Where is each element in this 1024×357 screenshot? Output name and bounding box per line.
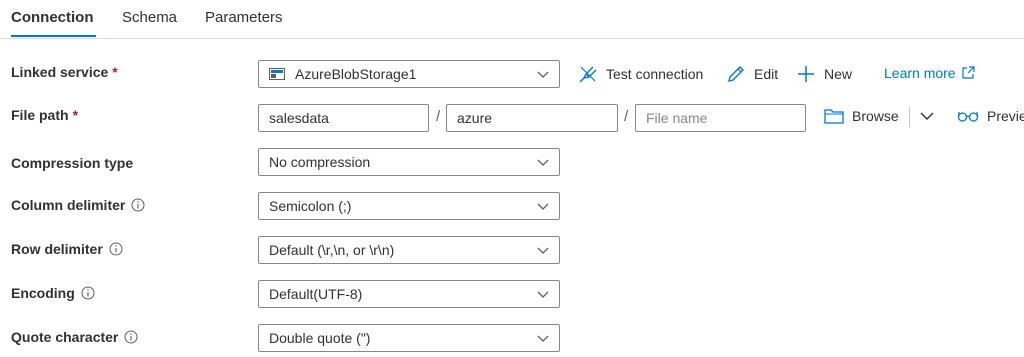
new-button[interactable]: New: [796, 64, 852, 84]
linked-service-label-text: Linked service: [11, 64, 109, 80]
tab-schema[interactable]: Schema: [122, 9, 177, 26]
container-input[interactable]: salesdata: [258, 104, 429, 132]
quote-character-label: Quote character: [11, 329, 138, 345]
info-icon[interactable]: [81, 286, 95, 300]
compression-type-label: Compression type: [11, 155, 133, 171]
chevron-down-icon: [537, 247, 549, 254]
active-tab-indicator: [11, 35, 96, 37]
required-indicator: *: [112, 64, 118, 80]
chevron-down-icon: [537, 291, 549, 298]
chevron-down-icon: [537, 335, 549, 342]
chevron-down-icon: [537, 71, 549, 78]
row-delimiter-label-text: Row delimiter: [11, 241, 103, 257]
column-delimiter-label: Column delimiter: [11, 197, 145, 213]
glasses-icon: [957, 111, 979, 122]
browse-button[interactable]: Browse: [824, 108, 899, 124]
quote-character-value: Double quote ("): [269, 330, 371, 346]
storage-icon: [269, 68, 285, 80]
linked-service-label: Linked service *: [11, 64, 118, 80]
column-delimiter-value: Semicolon (;): [269, 198, 352, 214]
learn-more-link[interactable]: Learn more: [884, 65, 975, 81]
container-value: salesdata: [269, 110, 329, 126]
path-separator: /: [436, 108, 441, 125]
info-icon[interactable]: [131, 198, 145, 212]
encoding-label-text: Encoding: [11, 285, 75, 301]
plug-icon: [579, 66, 597, 83]
folder-icon: [824, 109, 844, 124]
encoding-value: Default(UTF-8): [269, 286, 363, 302]
row-delimiter-value: Default (\r,\n, or \r\n): [269, 242, 395, 258]
compression-type-value: No compression: [269, 154, 371, 170]
test-connection-label: Test connection: [606, 66, 704, 82]
divider: [909, 107, 910, 127]
row-delimiter-dropdown[interactable]: Default (\r,\n, or \r\n): [258, 236, 560, 264]
directory-value: azure: [457, 110, 493, 126]
encoding-label: Encoding: [11, 285, 95, 301]
edit-label: Edit: [754, 66, 779, 82]
tab-bar: Connection Schema Parameters: [0, 0, 1024, 39]
browse-label: Browse: [852, 108, 899, 124]
column-delimiter-dropdown[interactable]: Semicolon (;): [258, 192, 560, 220]
linked-service-value: AzureBlobStorage1: [295, 66, 417, 82]
browse-options-button[interactable]: [919, 108, 943, 124]
file-name-input[interactable]: [635, 104, 806, 132]
path-separator: /: [624, 108, 629, 125]
tab-parameters[interactable]: Parameters: [205, 9, 283, 26]
required-indicator: *: [72, 107, 79, 123]
file-path-label: File path *: [11, 107, 78, 123]
linked-service-dropdown[interactable]: AzureBlobStorage1: [258, 60, 560, 88]
preview-button[interactable]: Previe: [957, 108, 1024, 124]
info-icon[interactable]: [124, 330, 138, 344]
chevron-down-icon: [537, 203, 549, 210]
directory-input[interactable]: azure: [446, 104, 618, 132]
plus-icon: [798, 66, 814, 82]
pencil-icon: [728, 66, 744, 82]
test-connection-button[interactable]: Test connection: [578, 64, 703, 84]
column-delimiter-label-text: Column delimiter: [11, 197, 126, 213]
quote-character-dropdown[interactable]: Double quote ("): [258, 324, 560, 352]
info-icon[interactable]: [109, 242, 123, 256]
preview-label: Previe: [987, 108, 1024, 124]
compression-type-label-text: Compression type: [11, 155, 134, 171]
quote-character-label-text: Quote character: [11, 329, 119, 345]
encoding-dropdown[interactable]: Default(UTF-8): [258, 280, 560, 308]
edit-button[interactable]: Edit: [726, 64, 778, 84]
tab-connection[interactable]: Connection: [11, 9, 94, 26]
external-link-icon: [961, 66, 975, 79]
new-label: New: [824, 66, 853, 82]
chevron-down-icon: [920, 112, 934, 120]
compression-type-dropdown[interactable]: No compression: [258, 148, 560, 176]
learn-more-label: Learn more: [884, 65, 956, 81]
chevron-down-icon: [537, 159, 549, 166]
file-path-label-text: File path: [11, 107, 69, 123]
row-delimiter-label: Row delimiter: [11, 241, 123, 257]
